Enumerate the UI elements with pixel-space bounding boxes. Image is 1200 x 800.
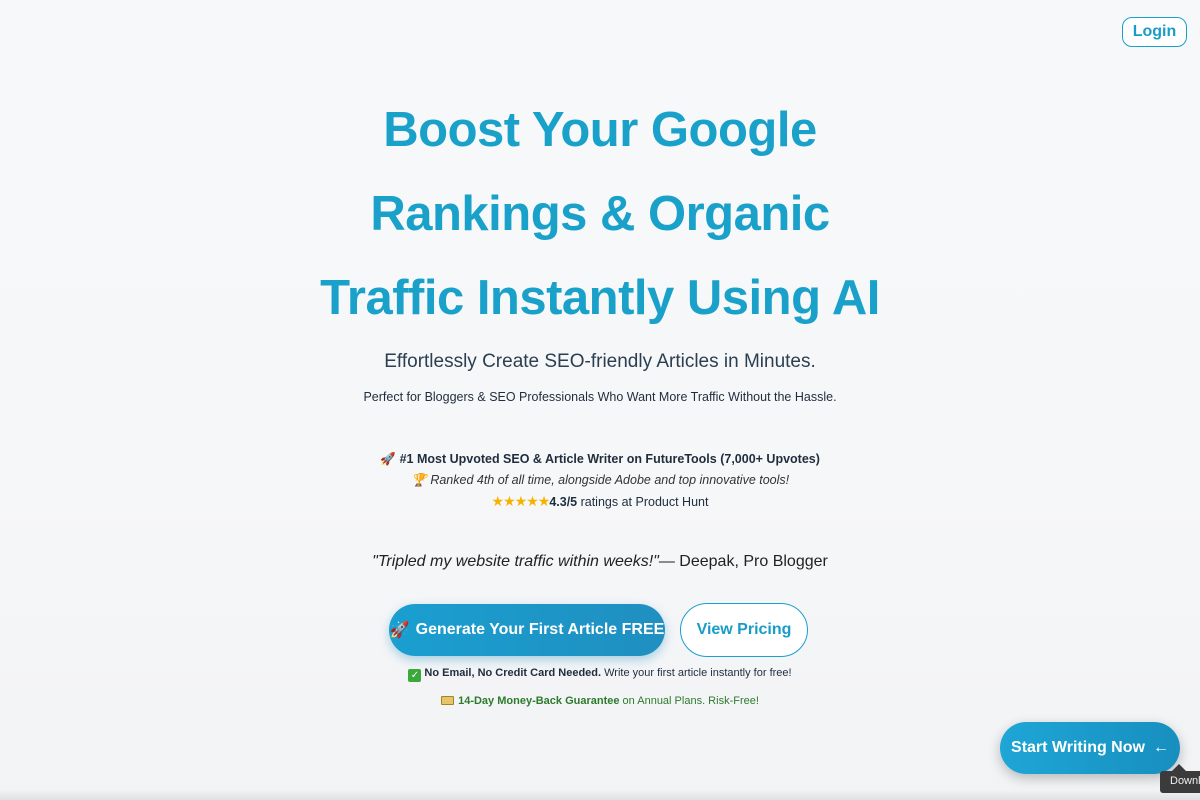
hero-title: Boost Your Google Rankings & Organic Tra… [0, 88, 1200, 340]
trophy-icon: 🏆 [411, 473, 427, 487]
start-writing-label: Start Writing Now [1011, 739, 1145, 756]
social-proof: 🚀 #1 Most Upvoted SEO & Article Writer o… [0, 449, 1200, 512]
hero-description: Perfect for Bloggers & SEO Professionals… [363, 390, 837, 404]
start-writing-button[interactable]: Start Writing Now ← [1000, 722, 1180, 774]
bottom-shadow [0, 790, 1200, 800]
quote-author: — Deepak, Pro Blogger [658, 553, 828, 570]
rating-value: 4.3/5 [549, 495, 578, 509]
hero-title-line-1: Boost Your Google [383, 103, 817, 157]
checkmark-icon: ✓ [408, 669, 422, 682]
hero-subtitle: Effortlessly Create SEO-friendly Article… [384, 351, 816, 372]
landing-page: Login Boost Your Google Rankings & Organ… [0, 0, 1200, 800]
tooltip-arrow [1172, 764, 1186, 771]
proof-futuretools-text: #1 Most Upvoted SEO & Article Writer on … [399, 452, 820, 466]
hero-title-line-3: Traffic Instantly Using AI [320, 271, 880, 325]
proof-ranking: 🏆 Ranked 4th of all time, alongside Adob… [0, 470, 1200, 491]
free-trial-note: ✓ No Email, No Credit Card Needed. Write … [0, 667, 1200, 682]
rocket-icon: 🚀 [389, 622, 410, 639]
rocket-icon: 🚀 [380, 452, 396, 466]
credit-card-icon [441, 696, 455, 705]
login-button[interactable]: Login [1122, 17, 1187, 47]
rating-suffix: ratings at Product Hunt [577, 495, 709, 509]
free-trial-note-bold: No Email, No Credit Card Needed. [424, 667, 602, 679]
guarantee-note-text: on Annual Plans. Risk-Free! [619, 695, 759, 707]
star-rating-icon: ★★★★★ [491, 493, 551, 509]
testimonial-quote: "Tripled my website traffic within weeks… [0, 553, 1200, 571]
generate-article-button[interactable]: 🚀 Generate Your First Article FREE [389, 604, 665, 656]
hero-title-line-2: Rankings & Organic [370, 187, 830, 241]
proof-futuretools: 🚀 #1 Most Upvoted SEO & Article Writer o… [0, 449, 1200, 470]
proof-ranking-text: Ranked 4th of all time, alongside Adobe … [430, 473, 790, 487]
guarantee-note: 14-Day Money-Back Guarantee on Annual Pl… [0, 695, 1200, 707]
free-trial-note-text: Write your first article instantly for f… [601, 667, 792, 679]
guarantee-note-bold: 14-Day Money-Back Guarantee [458, 695, 620, 707]
view-pricing-button[interactable]: View Pricing [680, 603, 808, 657]
generate-article-label: Generate Your First Article FREE [415, 621, 665, 638]
arrow-left-icon: ← [1152, 739, 1169, 756]
quote-text: "Tripled my website traffic within weeks… [372, 553, 659, 570]
proof-rating: ★★★★★4.3/5 ratings at Product Hunt [0, 491, 1200, 512]
